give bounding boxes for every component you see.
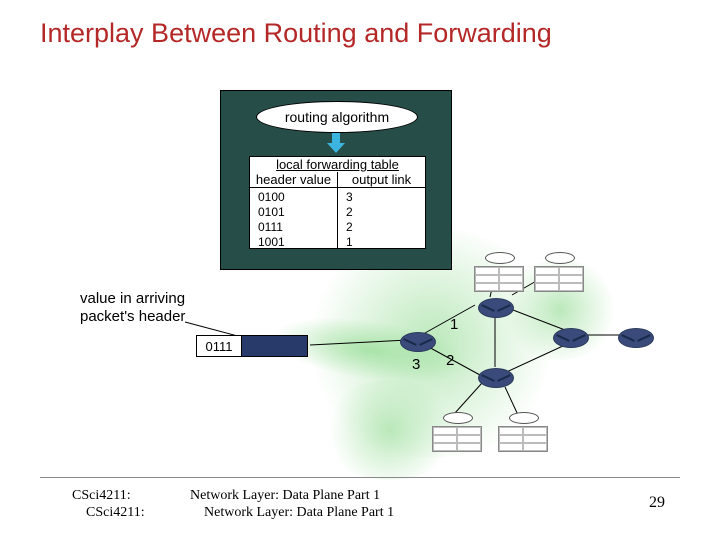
table-cell: 2 bbox=[346, 220, 417, 235]
col-header-link: output link bbox=[338, 172, 425, 188]
host-icon bbox=[534, 252, 586, 290]
footer-divider bbox=[40, 477, 680, 478]
footer-line: CSci4211: bbox=[72, 505, 145, 522]
footer-lecture-title: Network Layer: Data Plane Part 1 Network… bbox=[190, 488, 394, 522]
col-header-value: header value bbox=[250, 172, 338, 188]
footer-course-code: CSci4211: CSci4211: bbox=[72, 488, 145, 522]
label-line: value in arriving bbox=[80, 290, 185, 308]
host-icon bbox=[498, 412, 550, 450]
port-label-2: 2 bbox=[446, 352, 454, 369]
label-line: packet's header bbox=[80, 308, 185, 326]
table-cell: 0101 bbox=[258, 205, 329, 220]
router-node-main bbox=[400, 332, 436, 352]
packet-header-field: 0111 bbox=[197, 336, 242, 356]
forwarding-table: local forwarding table header value outp… bbox=[249, 156, 426, 249]
slide-title: Interplay Between Routing and Forwarding bbox=[40, 18, 552, 49]
footer-line: Network Layer: Data Plane Part 1 bbox=[190, 488, 394, 505]
table-cell: 1 bbox=[346, 235, 417, 250]
port-label-3: 3 bbox=[412, 356, 420, 373]
router-node bbox=[618, 328, 654, 348]
host-icon bbox=[432, 412, 484, 450]
fwd-col-headers: 0100 0101 0111 1001 bbox=[250, 188, 338, 248]
table-cell: 0111 bbox=[258, 220, 329, 235]
footer-line: CSci4211: bbox=[72, 488, 145, 505]
table-cell: 2 bbox=[346, 205, 417, 220]
router-node bbox=[478, 298, 514, 318]
forwarding-table-title: local forwarding table bbox=[250, 157, 425, 172]
table-cell: 3 bbox=[346, 190, 417, 205]
table-cell: 1001 bbox=[258, 235, 329, 250]
page-number: 29 bbox=[649, 494, 665, 512]
routing-algorithm-oval: routing algorithm bbox=[256, 101, 418, 133]
router-node bbox=[478, 368, 514, 388]
table-cell: 0100 bbox=[258, 190, 329, 205]
router-node bbox=[553, 328, 589, 348]
footer-line: Network Layer: Data Plane Part 1 bbox=[190, 505, 394, 522]
port-label-1: 1 bbox=[450, 316, 458, 333]
router-detail-box: routing algorithm local forwarding table… bbox=[220, 90, 452, 270]
value-in-packet-label: value in arriving packet's header bbox=[80, 290, 185, 326]
fwd-col-links: 3 2 2 1 bbox=[338, 188, 425, 248]
arriving-packet: 0111 bbox=[196, 335, 308, 357]
host-icon bbox=[474, 252, 526, 290]
